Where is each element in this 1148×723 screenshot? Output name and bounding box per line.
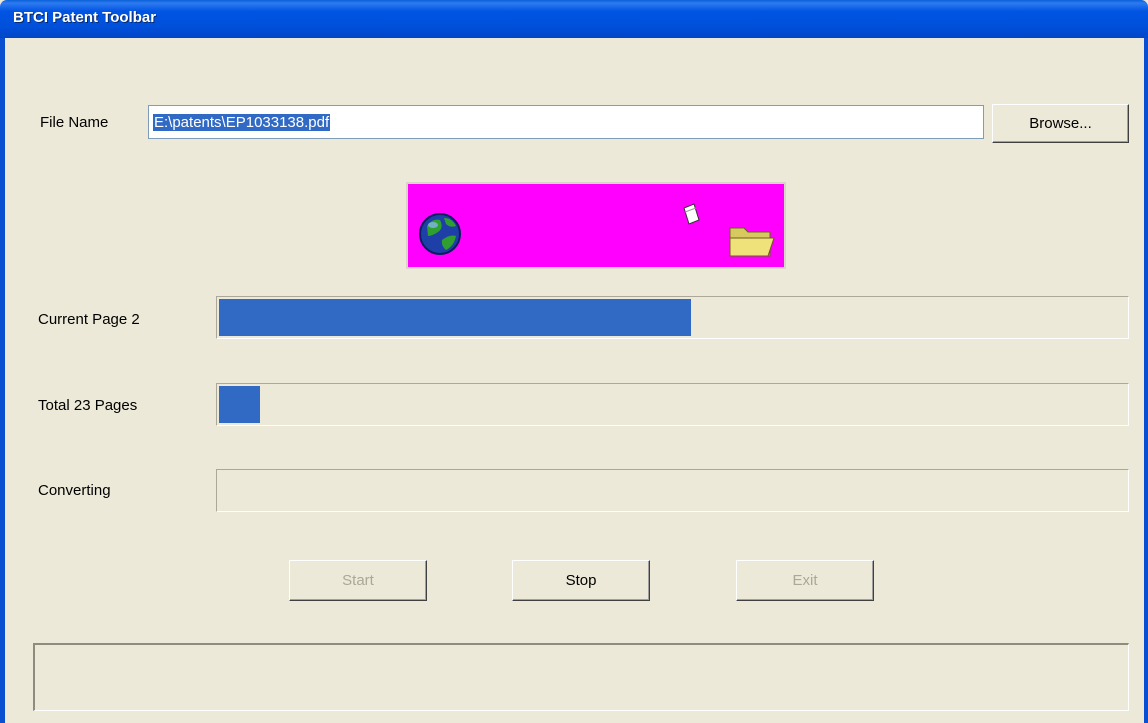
current-page-progress-fill <box>219 299 691 336</box>
browse-button[interactable]: Browse... <box>992 104 1129 143</box>
total-pages-label: Total 23 Pages <box>38 397 138 414</box>
stop-button[interactable]: Stop <box>512 560 650 601</box>
total-pages-progress <box>216 383 1129 426</box>
current-page-label: Current Page 2 <box>38 311 140 328</box>
folder-icon <box>729 227 775 257</box>
file-name-input[interactable]: E:\patents\EP1033138.pdf <box>148 105 984 139</box>
status-panel <box>33 643 1129 711</box>
converting-label: Converting <box>38 482 111 499</box>
paper-sheet-icon <box>683 203 700 225</box>
exit-button[interactable]: Exit <box>736 560 874 601</box>
window-title: BTCI Patent Toolbar <box>13 9 157 26</box>
globe-icon <box>419 213 461 255</box>
title-bar[interactable]: BTCI Patent Toolbar <box>0 0 1148 38</box>
total-pages-progress-fill <box>219 386 260 423</box>
dialog-client-area <box>5 38 1144 723</box>
file-name-value: E:\patents\EP1033138.pdf <box>153 114 331 131</box>
current-page-progress <box>216 296 1129 339</box>
window-frame-right <box>1144 38 1148 723</box>
converting-progress <box>216 469 1129 512</box>
file-name-label: File Name <box>40 114 109 131</box>
conversion-animation <box>406 182 786 269</box>
start-button[interactable]: Start <box>289 560 427 601</box>
